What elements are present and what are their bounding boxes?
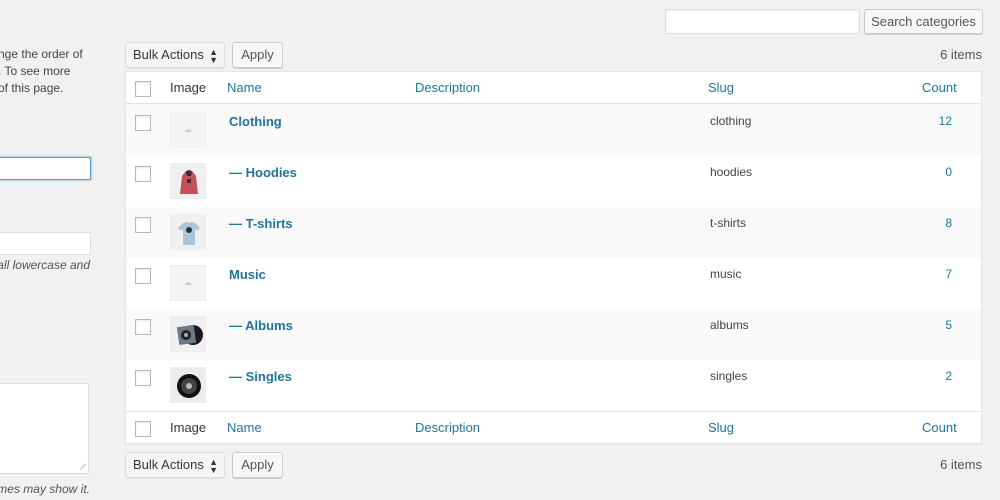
- form-intro-text: nge the order of . To see more of this p…: [0, 46, 98, 97]
- table-header: Image Name Description Slug Count: [126, 72, 981, 104]
- column-count[interactable]: Count: [922, 72, 957, 104]
- column-description[interactable]: Description: [415, 72, 480, 104]
- bulk-actions-select[interactable]: Bulk Actions ▲ ▼: [125, 452, 225, 478]
- category-slug: music: [710, 267, 742, 281]
- row-checkbox[interactable]: [135, 166, 151, 182]
- category-count-link[interactable]: 8: [945, 216, 952, 230]
- apply-button[interactable]: Apply: [232, 42, 283, 68]
- row-checkbox[interactable]: [135, 370, 151, 386]
- tshirt-image: [170, 214, 206, 250]
- category-slug: singles: [710, 369, 748, 383]
- category-slug: albums: [710, 318, 749, 332]
- intro-line: of this page.: [0, 81, 64, 95]
- tablenav-top: Bulk Actions ▲ ▼ Apply 6 items: [125, 42, 982, 68]
- table-row: — Albums albums 5: [126, 309, 981, 360]
- table-row: — T-shirts t-shirts 8: [126, 207, 981, 258]
- column-description[interactable]: Description: [415, 412, 480, 444]
- row-checkbox[interactable]: [135, 319, 151, 335]
- category-name-link[interactable]: — T-shirts: [229, 216, 293, 231]
- hoodie-image: [170, 163, 206, 199]
- row-checkbox[interactable]: [135, 115, 151, 131]
- table-footer: Image Name Description Slug Count: [126, 411, 981, 443]
- row-checkbox[interactable]: [135, 217, 151, 233]
- column-slug[interactable]: Slug: [708, 72, 734, 104]
- category-name-link[interactable]: — Hoodies: [229, 165, 297, 180]
- category-name-link[interactable]: Clothing: [229, 114, 282, 129]
- table-row: ☁ Clothing clothing 12: [126, 105, 981, 156]
- description-help-text: mes may show it.: [0, 482, 90, 496]
- category-count-link[interactable]: 5: [945, 318, 952, 332]
- apply-button[interactable]: Apply: [232, 452, 283, 478]
- row-checkbox[interactable]: [135, 268, 151, 284]
- placeholder-icon: ☁: [170, 265, 206, 301]
- column-name[interactable]: Name: [227, 72, 262, 104]
- category-count-link[interactable]: 0: [945, 165, 952, 179]
- column-image: Image: [170, 80, 207, 95]
- select-all-checkbox[interactable]: [135, 421, 151, 437]
- category-name-link[interactable]: — Albums: [229, 318, 293, 333]
- column-image: Image: [170, 420, 207, 435]
- category-count-link[interactable]: 7: [945, 267, 952, 281]
- bulk-actions-label: Bulk Actions: [133, 47, 204, 62]
- category-slug: hoodies: [710, 165, 753, 179]
- category-slug: clothing: [710, 114, 752, 128]
- slug-help-text: all lowercase and: [0, 258, 90, 272]
- add-category-form: nge the order of . To see more of this p…: [0, 0, 100, 500]
- album-image: [170, 316, 206, 352]
- bulk-actions-label: Bulk Actions: [133, 457, 204, 472]
- single-image: [170, 367, 206, 403]
- select-arrows-icon: ▲ ▼: [209, 47, 218, 65]
- category-count-link[interactable]: 12: [939, 114, 952, 128]
- category-slug: t-shirts: [710, 216, 746, 230]
- column-count[interactable]: Count: [922, 412, 957, 444]
- category-description-textarea[interactable]: ⟋: [0, 383, 89, 474]
- column-name[interactable]: Name: [227, 412, 262, 444]
- category-slug-input[interactable]: [0, 232, 91, 255]
- search-categories-input[interactable]: [665, 9, 860, 34]
- table-row: ☁ Music music 7: [126, 258, 981, 309]
- items-count: 6 items: [940, 457, 982, 472]
- table-row: — Singles singles 2: [126, 360, 981, 411]
- bulk-actions-select[interactable]: Bulk Actions ▲ ▼: [125, 42, 225, 68]
- select-all-checkbox[interactable]: [135, 81, 151, 97]
- table-row: — Hoodies hoodies 0: [126, 156, 981, 207]
- tablenav-bottom: Bulk Actions ▲ ▼ Apply 6 items: [125, 452, 982, 478]
- category-name-input[interactable]: [0, 157, 91, 180]
- category-count-link[interactable]: 2: [945, 369, 952, 383]
- resize-grip-icon[interactable]: ⟋: [80, 463, 86, 472]
- items-count: 6 items: [940, 47, 982, 62]
- categories-table: Image Name Description Slug Count ☁ Clot…: [125, 71, 982, 444]
- intro-line: nge the order of: [0, 47, 83, 61]
- intro-line: . To see more: [0, 64, 71, 78]
- placeholder-icon: ☁: [170, 112, 206, 148]
- search-categories-button[interactable]: Search categories: [864, 9, 983, 34]
- category-name-link[interactable]: Music: [229, 267, 266, 282]
- select-arrows-icon: ▲ ▼: [209, 457, 218, 475]
- category-name-link[interactable]: — Singles: [229, 369, 292, 384]
- column-slug[interactable]: Slug: [708, 412, 734, 444]
